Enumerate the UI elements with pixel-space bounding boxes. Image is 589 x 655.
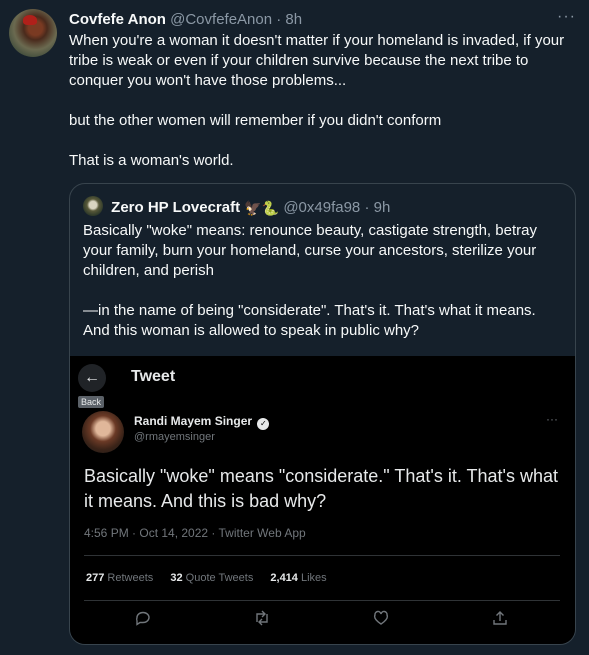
quoted-header: Zero HP Lovecraft 🦅🐍 @0x49fa98 · 9h [83,196,390,218]
tweet-text-p1: When you're a woman it doesn't matter if… [69,32,565,89]
verified-badge-icon: ✓ [257,418,270,430]
quoted-tweet[interactable]: Zero HP Lovecraft 🦅🐍 @0x49fa98 · 9h Basi… [69,183,576,645]
media-author-name: Randi Mayem Singer [134,414,253,428]
likes-count: 2,414 [270,572,298,584]
media-author: Randi Mayem Singer ✓ [134,414,270,430]
like-icon [373,610,389,631]
divider [84,555,560,556]
quotes-label: Quote Tweets [185,572,254,584]
eagle-snake-emoji-icon: 🦅🐍 [244,200,280,216]
tweet-header: Covfefe Anon @CovfefeAnon · 8h [69,10,302,30]
media-avatar [82,411,124,453]
tweet-text-p2: but the other women will remember if you… [69,112,442,129]
author-handle[interactable]: @CovfefeAnon [170,11,272,28]
author-name[interactable]: Covfefe Anon [69,11,166,28]
media-page-title: Tweet [131,368,176,385]
tweet-time[interactable]: · 8h [276,11,302,28]
tweet-text-p3: That is a woman's world. [69,152,234,169]
main-avatar[interactable] [9,9,57,57]
media-author-handle: @rmayemsinger [134,431,215,443]
quoted-text-p2: —in the name of being "considerate". Tha… [83,302,536,339]
more-icon[interactable]: ··· [557,8,576,26]
quoted-author-name: Zero HP Lovecraft [111,199,241,216]
retweet-icon [253,610,271,631]
quoted-author-handle: @0x49fa98 [283,199,361,216]
media-screenshot[interactable]: ← Back Tweet Randi Mayem Singer ✓ @rmaye… [70,356,575,644]
media-more-icon: ··· [546,412,558,426]
media-tweet-text: Basically "woke" means "considerate." Th… [84,466,558,511]
quoted-time: · 9h [364,199,391,216]
back-tooltip: Back [78,396,105,408]
retweets-label: Retweets [107,572,154,584]
media-stats: 277 Retweets 32 Quote Tweets 2,414 Likes [86,572,341,584]
share-icon [492,610,508,631]
reply-icon [135,610,151,631]
retweets-count: 277 [86,572,105,584]
divider [84,600,560,601]
media-timestamp: 4:56 PM · Oct 14, 2022 · Twitter Web App [84,526,306,540]
likes-label: Likes [300,572,327,584]
quoted-text-p1: Basically "woke" means: renounce beauty,… [83,222,537,279]
quotes-count: 32 [170,572,183,584]
quoted-avatar [83,196,103,216]
back-arrow-icon[interactable]: ← [78,364,106,392]
